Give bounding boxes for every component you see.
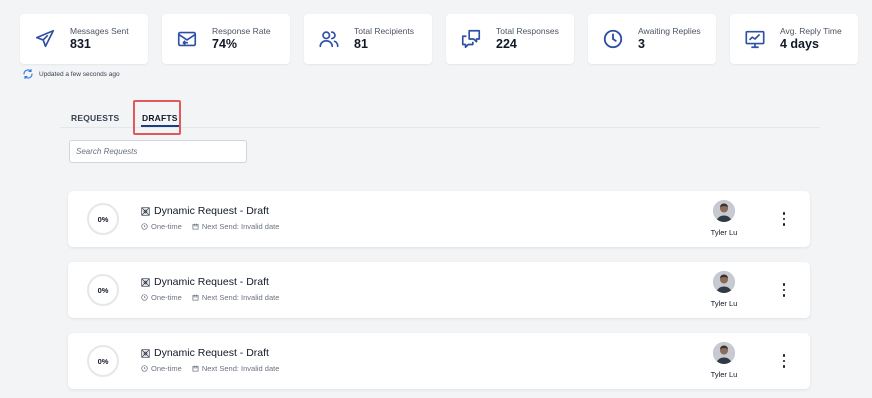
dynamic-request-icon [141, 277, 150, 287]
stat-value: 81 [354, 37, 368, 51]
stat-response-rate: Response Rate 74% [162, 14, 290, 64]
more-options-icon[interactable] [778, 282, 790, 298]
stat-avg-reply-time: Avg. Reply Time 4 days [730, 14, 858, 64]
calendar-icon [192, 294, 199, 301]
stat-value: 3 [638, 37, 645, 51]
stat-awaiting-replies: Awaiting Replies 3 [588, 14, 716, 64]
stat-label: Total Responses [496, 26, 559, 36]
stat-label: Awaiting Replies [638, 26, 701, 36]
stat-value: 4 days [780, 37, 819, 51]
progress-ring: 0% [87, 345, 119, 377]
stat-label: Total Recipients [354, 26, 415, 36]
avatar [713, 200, 735, 222]
request-title[interactable]: Dynamic Request - Draft [141, 347, 269, 359]
stat-messages-sent: Messages Sent 831 [20, 14, 148, 64]
stat-label: Response Rate [212, 26, 271, 36]
calendar-icon [192, 223, 199, 230]
clock-icon [141, 294, 148, 301]
stat-label: Avg. Reply Time [780, 26, 842, 36]
request-title-text: Dynamic Request - Draft [154, 205, 269, 217]
stat-total-recipients: Total Recipients 81 [304, 14, 432, 64]
monitor-chart-icon [744, 28, 766, 50]
stat-value: 831 [70, 37, 91, 51]
request-title-text: Dynamic Request - Draft [154, 276, 269, 288]
next-send-text: Next Send: Invalid date [201, 364, 280, 373]
request-title-text: Dynamic Request - Draft [154, 347, 269, 359]
dynamic-request-icon [141, 206, 150, 216]
clock-icon [602, 28, 624, 50]
tab-drafts[interactable]: DRAFTS [141, 113, 179, 127]
frequency-text: One-time [151, 364, 182, 373]
stat-value: 224 [496, 37, 517, 51]
users-icon [318, 28, 340, 50]
refresh-icon[interactable] [22, 68, 34, 80]
progress-ring: 0% [87, 203, 119, 235]
clock-icon [141, 223, 148, 230]
request-meta: One-time Next Send: Invalid date [141, 364, 279, 373]
frequency-text: One-time [151, 293, 182, 302]
updated-status: Updated a few seconds ago [22, 68, 120, 80]
more-options-icon[interactable] [778, 211, 790, 227]
search-input[interactable] [69, 140, 247, 163]
stat-label: Messages Sent [70, 26, 129, 36]
more-options-icon[interactable] [778, 353, 790, 369]
request-title[interactable]: Dynamic Request - Draft [141, 205, 269, 217]
owner-name: Tyler Lu [710, 228, 738, 237]
stats-bar: Messages Sent 831 Response Rate 74% Total … [20, 14, 858, 64]
request-row[interactable]: 0% Dynamic Request - Draft One-time Next… [68, 262, 810, 318]
frequency-text: One-time [151, 222, 182, 231]
dynamic-request-icon [141, 348, 150, 358]
chat-icon [460, 28, 482, 50]
clock-icon [141, 365, 148, 372]
mail-reply-icon [176, 28, 198, 50]
request-meta: One-time Next Send: Invalid date [141, 222, 279, 231]
stat-total-responses: Total Responses 224 [446, 14, 574, 64]
send-icon [34, 28, 56, 50]
request-row[interactable]: 0% Dynamic Request - Draft One-time Next… [68, 191, 810, 247]
avatar [713, 342, 735, 364]
stat-value: 74% [212, 37, 238, 51]
next-send-text: Next Send: Invalid date [201, 222, 280, 231]
avatar [713, 271, 735, 293]
calendar-icon [192, 365, 199, 372]
tab-bar: REQUESTS DRAFTS [60, 102, 820, 128]
owner-name: Tyler Lu [710, 299, 738, 308]
progress-ring: 0% [87, 274, 119, 306]
request-title[interactable]: Dynamic Request - Draft [141, 276, 269, 288]
next-send-text: Next Send: Invalid date [201, 293, 280, 302]
request-row[interactable]: 0% Dynamic Request - Draft One-time Next… [68, 333, 810, 389]
tab-requests[interactable]: REQUESTS [71, 113, 119, 123]
owner-name: Tyler Lu [710, 370, 738, 379]
updated-text: Updated a few seconds ago [39, 70, 120, 78]
request-meta: One-time Next Send: Invalid date [141, 293, 279, 302]
